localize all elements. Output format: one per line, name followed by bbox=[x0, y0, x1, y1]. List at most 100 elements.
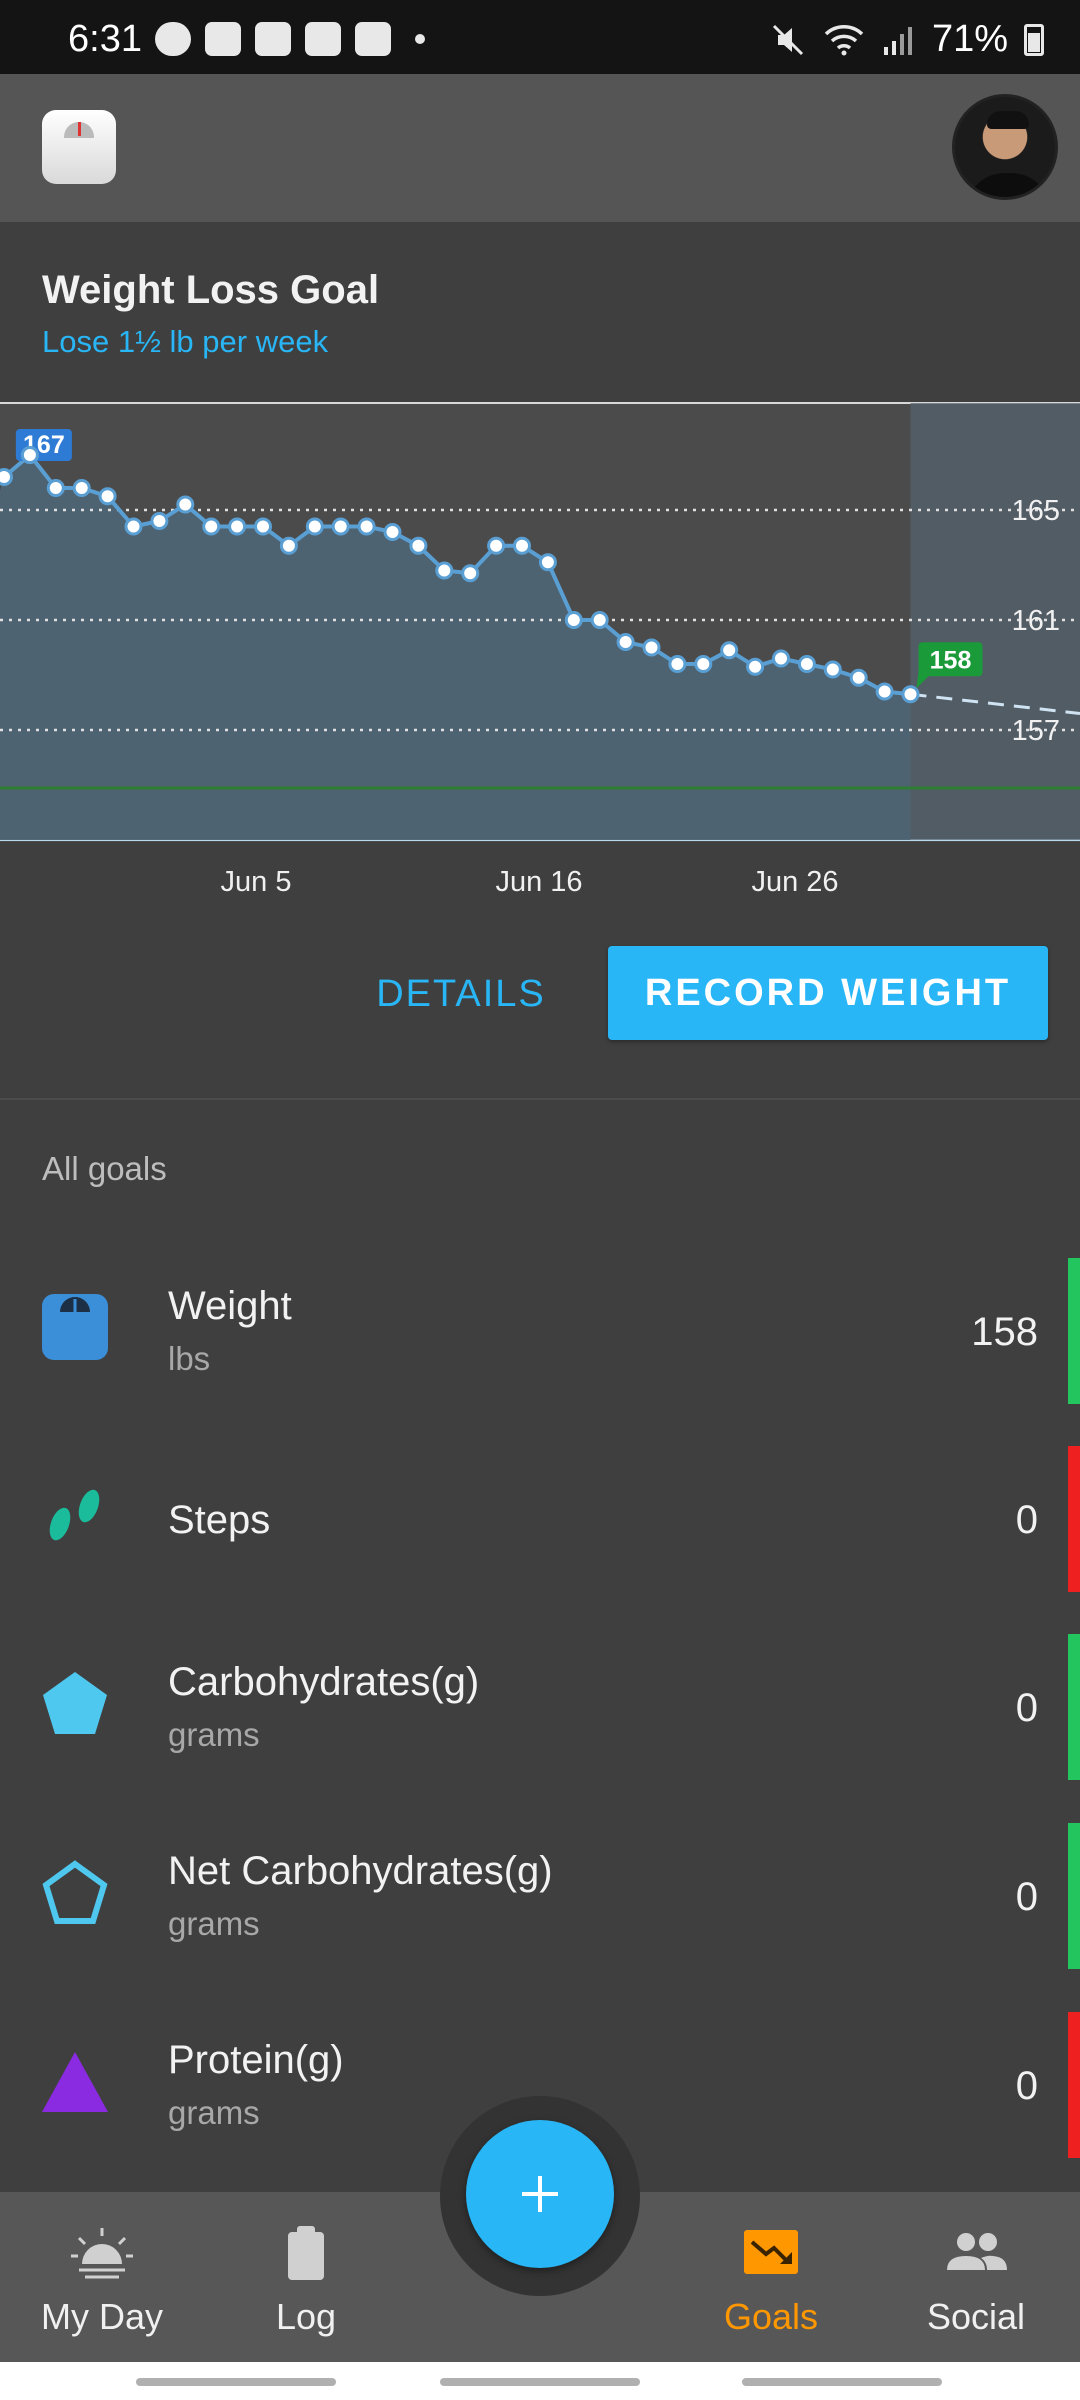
weight-point bbox=[150, 512, 169, 530]
goal-status-bar bbox=[1068, 1634, 1080, 1780]
nav-label: Log bbox=[275, 2296, 337, 2337]
weight-point bbox=[228, 517, 247, 536]
goal-status-bar bbox=[1068, 1446, 1080, 1592]
weight-point bbox=[668, 655, 687, 673]
battery-icon bbox=[1024, 23, 1044, 56]
notification-app-icon bbox=[255, 22, 291, 56]
nav-goals[interactable]: Goals bbox=[671, 2224, 871, 2354]
people-icon bbox=[947, 2233, 1007, 2270]
weight-point bbox=[772, 649, 790, 668]
plus-icon bbox=[522, 2176, 558, 2212]
weight-point bbox=[279, 536, 298, 555]
weight-point bbox=[513, 536, 531, 555]
goal-name: Steps bbox=[168, 1498, 271, 1542]
goal-row-carbohydrates[interactable]: Carbohydrates(g) grams 0 bbox=[0, 1634, 1080, 1784]
weight-point bbox=[202, 517, 221, 536]
weight-point bbox=[875, 682, 894, 701]
weight-point bbox=[305, 517, 324, 536]
start-weight-point bbox=[20, 446, 39, 464]
goal-value: 0 bbox=[1015, 1875, 1038, 1919]
weight-point bbox=[720, 641, 739, 660]
goal-unit: grams bbox=[168, 1905, 260, 1942]
weight-point bbox=[46, 479, 65, 497]
nav-label: Goals bbox=[723, 2296, 819, 2337]
goal-subtitle[interactable]: Lose 1½ lb per week bbox=[42, 324, 328, 360]
weight-point bbox=[254, 517, 272, 536]
goal-value: 0 bbox=[1015, 2064, 1038, 2108]
y-reference-label: 161 bbox=[1012, 605, 1060, 637]
clipboard-icon bbox=[288, 2226, 324, 2280]
weight-point bbox=[616, 633, 635, 651]
goal-unit: grams bbox=[168, 1716, 260, 1753]
weight-point bbox=[0, 468, 13, 486]
goal-value: 0 bbox=[1015, 1498, 1038, 1542]
signal-icon bbox=[883, 26, 912, 55]
footprints-icon bbox=[49, 1489, 100, 1541]
nav-social[interactable]: Social bbox=[876, 2224, 1076, 2354]
filled-pentagon-icon bbox=[43, 1672, 107, 1734]
scale-logo-icon[interactable] bbox=[42, 110, 116, 184]
add-button[interactable] bbox=[466, 2120, 614, 2268]
notification-icons bbox=[155, 22, 425, 56]
weight-point bbox=[435, 561, 454, 580]
outline-pentagon-icon bbox=[42, 1860, 108, 1924]
weight-point bbox=[176, 495, 195, 514]
weight-point bbox=[98, 487, 117, 506]
goal-row-net-carbohydrates[interactable]: Net Carbohydrates(g) grams 0 bbox=[0, 1823, 1080, 1973]
weight-point bbox=[357, 517, 376, 536]
weight-point bbox=[331, 517, 350, 536]
status-bar: 6:31 71% bbox=[0, 0, 1080, 74]
all-goals-heading: All goals bbox=[42, 1150, 167, 1187]
weight-point bbox=[590, 611, 609, 629]
weight-point bbox=[823, 660, 842, 679]
weight-point bbox=[461, 564, 480, 583]
record-weight-button[interactable]: RECORD WEIGHT bbox=[608, 946, 1048, 1040]
weight-point bbox=[849, 668, 868, 687]
y-reference-label: 165 bbox=[1012, 495, 1060, 527]
weight-point bbox=[72, 479, 91, 497]
battery-percent: 71% bbox=[931, 18, 1008, 60]
weight-point bbox=[746, 657, 765, 676]
goal-status-bar bbox=[1068, 2012, 1080, 2158]
goal-unit: lbs bbox=[168, 1340, 211, 1377]
current-weight-label: 158 bbox=[930, 646, 972, 674]
goal-value: 0 bbox=[1015, 1686, 1038, 1730]
weight-point bbox=[383, 523, 402, 541]
scale-notification-icon bbox=[305, 22, 341, 56]
mute-icon bbox=[772, 24, 803, 55]
nav-my-day[interactable]: My Day bbox=[2, 2224, 202, 2354]
section-divider bbox=[0, 1098, 1080, 1100]
goal-row-weight[interactable]: Weight lbs 158 bbox=[0, 1258, 1080, 1408]
goal-name: Net Carbohydrates(g) bbox=[168, 1849, 553, 1893]
mail-icon bbox=[355, 22, 391, 56]
gesture-handle bbox=[440, 2378, 640, 2386]
nav-log[interactable]: Log bbox=[206, 2224, 406, 2354]
nav-label: My Day bbox=[40, 2296, 163, 2337]
x-tick-label: Jun 16 bbox=[495, 866, 583, 898]
goal-title: Weight Loss Goal bbox=[42, 268, 380, 312]
chart-x-axis: Jun 5 Jun 16 Jun 26 bbox=[0, 866, 1080, 906]
weight-point bbox=[901, 685, 920, 704]
goal-unit: grams bbox=[168, 2094, 260, 2131]
more-notifications-dot bbox=[415, 34, 425, 44]
notification-app-icon bbox=[155, 22, 191, 56]
weight-chart[interactable]: 165161157167158 bbox=[0, 402, 1080, 842]
weight-point bbox=[694, 655, 713, 673]
gesture-bar bbox=[0, 2362, 1080, 2400]
scale-icon bbox=[42, 1294, 108, 1360]
goal-status-bar bbox=[1068, 1258, 1080, 1404]
weight-point bbox=[409, 536, 428, 555]
weight-point bbox=[564, 611, 583, 629]
goal-row-steps[interactable]: Steps 0 bbox=[0, 1446, 1080, 1596]
wifi-icon bbox=[824, 24, 864, 55]
x-tick-label: Jun 5 bbox=[220, 866, 292, 898]
weight-point bbox=[642, 638, 661, 657]
triangle-icon bbox=[42, 2052, 108, 2112]
goal-status-bar bbox=[1068, 1823, 1080, 1969]
details-button[interactable]: DETAILS bbox=[358, 946, 564, 1042]
trend-down-chart-icon bbox=[744, 2230, 798, 2274]
app-bar bbox=[0, 74, 1080, 222]
nav-label: Social bbox=[926, 2296, 1026, 2337]
system-status: 71% bbox=[770, 18, 1044, 61]
avatar[interactable] bbox=[952, 94, 1058, 200]
